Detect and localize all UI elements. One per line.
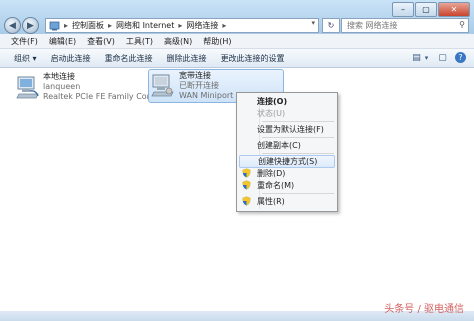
start-connection-button[interactable]: 启动此连接	[51, 53, 91, 64]
menu-tools[interactable]: 工具(T)	[126, 36, 153, 47]
command-bar: 组织 ▾ 启动此连接 重命名此连接 删除此连接 更改此连接的设置 ▤ ▾ ▢ ?	[0, 49, 474, 68]
context-delete[interactable]: 删除(D)	[239, 168, 335, 179]
context-properties[interactable]: 属性(R)	[239, 196, 335, 207]
breadcrumb-network-connections[interactable]: 网络连接	[186, 20, 218, 31]
preview-pane-icon[interactable]: ▢	[436, 52, 449, 64]
address-dropdown-icon[interactable]: ▾	[311, 19, 315, 27]
refresh-icon: ↻	[327, 21, 335, 30]
rename-connection-button[interactable]: 重命名此连接	[105, 53, 153, 64]
context-item-label: 删除(D)	[257, 169, 286, 178]
breadcrumb-separator: ▸	[108, 21, 113, 30]
refresh-button[interactable]: ↻	[322, 18, 340, 33]
context-connect[interactable]: 连接(O)	[239, 96, 335, 107]
context-item-label: 连接(O)	[257, 97, 288, 106]
change-view-icon[interactable]: ▤	[410, 52, 423, 64]
window-controls: – ▢ ✕	[391, 2, 470, 17]
watermark: 头条号 / 驱电通信	[384, 304, 464, 315]
context-set-default[interactable]: 设置为默认连接(F)	[239, 124, 335, 135]
control-panel-icon	[49, 21, 60, 30]
minimize-button[interactable]: –	[392, 2, 414, 17]
forward-button[interactable]: ▶	[22, 17, 39, 34]
network-adapter-icon	[16, 76, 39, 99]
back-arrow-icon: ◀	[9, 20, 16, 31]
breadcrumb-separator: ▸	[178, 21, 183, 30]
context-item-label: 属性(R)	[257, 197, 285, 206]
search-icon[interactable]: ⚲	[459, 20, 465, 29]
connection-local[interactable]: 本地连接 lanqueen Realtek PCIe FE Family Con…	[16, 72, 173, 106]
maximize-button[interactable]: ▢	[415, 2, 437, 17]
uac-shield-icon	[242, 168, 251, 178]
context-create-shortcut[interactable]: 创建快捷方式(S)	[239, 155, 335, 168]
context-item-label: 创建快捷方式(S)	[258, 157, 318, 166]
context-status: 状态(U)	[239, 108, 335, 119]
context-separator	[262, 137, 334, 138]
search-input[interactable]	[345, 20, 453, 31]
connection-status: 已断开连接	[179, 81, 219, 90]
menu-help[interactable]: 帮助(H)	[203, 36, 231, 47]
organize-button[interactable]: 组织 ▾	[14, 53, 37, 64]
search-box[interactable]: ⚲	[341, 18, 469, 33]
uac-shield-icon	[242, 196, 251, 206]
broadband-connection-icon	[151, 74, 174, 97]
context-item-label: 重命名(M)	[257, 181, 295, 190]
context-separator	[262, 153, 334, 154]
uac-shield-icon	[242, 180, 251, 190]
menu-edit[interactable]: 编辑(E)	[49, 36, 76, 47]
context-item-label: 创建副本(C)	[257, 141, 301, 150]
breadcrumb-control-panel[interactable]: 控制面板	[72, 20, 104, 31]
context-separator	[262, 121, 334, 122]
context-rename[interactable]: 重命名(M)	[239, 180, 335, 191]
context-separator	[262, 193, 334, 194]
forward-arrow-icon: ▶	[27, 20, 34, 31]
view-dropdown-icon[interactable]: ▾	[423, 52, 430, 64]
network-connections-window: – ▢ ✕ ◀ ▶ ▸ 控制面板 ▸ 网络和 Internet ▸ 网络连接 ▸…	[0, 0, 474, 321]
menu-view[interactable]: 查看(V)	[87, 36, 115, 47]
context-create-copy[interactable]: 创建副本(C)	[239, 140, 335, 151]
context-item-label: 状态(U)	[257, 109, 286, 118]
back-button[interactable]: ◀	[4, 17, 21, 34]
connection-name: 宽带连接	[179, 71, 211, 80]
delete-connection-button[interactable]: 删除此连接	[167, 53, 207, 64]
context-item-label: 设置为默认连接(F)	[257, 125, 324, 134]
breadcrumb-network-internet[interactable]: 网络和 Internet	[116, 20, 174, 31]
close-button[interactable]: ✕	[438, 2, 470, 17]
menu-bar: 文件(F) 编辑(E) 查看(V) 工具(T) 高级(N) 帮助(H)	[0, 34, 474, 49]
change-settings-button[interactable]: 更改此连接的设置	[221, 53, 285, 64]
command-bar-right: ▤ ▾ ▢ ?	[404, 52, 466, 64]
title-bar: – ▢ ✕ ◀ ▶ ▸ 控制面板 ▸ 网络和 Internet ▸ 网络连接 ▸…	[0, 0, 474, 34]
menu-advanced[interactable]: 高级(N)	[164, 36, 192, 47]
help-icon[interactable]: ?	[455, 52, 466, 63]
context-menu: 连接(O) 状态(U) 设置为默认连接(F) 创建副本(C) 创建快捷方式(S)…	[236, 92, 338, 212]
address-bar[interactable]: ▸ 控制面板 ▸ 网络和 Internet ▸ 网络连接 ▸ ▾	[45, 18, 319, 33]
menu-file[interactable]: 文件(F)	[11, 36, 38, 47]
breadcrumb-separator: ▸	[64, 21, 69, 30]
breadcrumb-separator: ▸	[222, 21, 227, 30]
